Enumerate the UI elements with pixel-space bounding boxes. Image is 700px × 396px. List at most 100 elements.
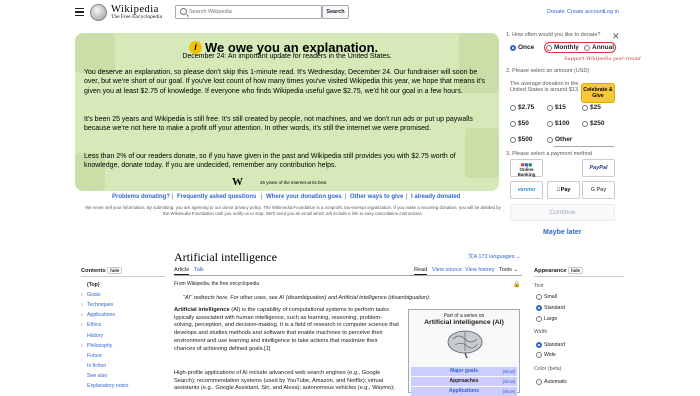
frequency-monthly[interactable]: Monthly: [546, 42, 579, 53]
radio-icon: [536, 352, 542, 358]
toc-item[interactable]: › Goals: [81, 292, 101, 298]
paypal-button[interactable]: PayPal: [582, 159, 615, 177]
problems-donating-link[interactable]: Problems donating?: [112, 194, 170, 200]
toc-item-top[interactable]: (Top): [81, 282, 100, 288]
appearance-title: Appearance hide: [534, 267, 583, 274]
amount-option[interactable]: $250: [582, 120, 604, 127]
tab-view-history[interactable]: View history: [465, 267, 495, 273]
venmo-button[interactable]: venmo: [510, 181, 543, 199]
toc-item[interactable]: › Techniques: [81, 302, 113, 308]
wikipedia-25-caption: 25 years of the internet at its best: [260, 180, 327, 185]
search-icon: [180, 8, 187, 15]
banner-paragraph-3: Less than 2% of our readers donate, so i…: [84, 153, 456, 170]
create-account-link[interactable]: Create account: [567, 9, 604, 15]
width-wide[interactable]: Wide: [536, 352, 556, 358]
tab-talk[interactable]: Talk: [194, 267, 204, 273]
contents-title: Contents hide: [81, 267, 123, 274]
radio-icon: [582, 120, 588, 127]
radio-icon: [536, 305, 542, 311]
amount-option[interactable]: $15: [547, 104, 566, 111]
width-standard[interactable]: Standard: [536, 342, 565, 348]
color-automatic[interactable]: Automatic: [536, 379, 567, 385]
toc-item[interactable]: In fiction: [81, 363, 106, 369]
radio-icon: [582, 104, 588, 111]
amount-option[interactable]: $500: [510, 136, 532, 143]
translate-icon: 文A: [468, 254, 477, 260]
text-size-small[interactable]: Small: [536, 294, 557, 300]
tab-article[interactable]: Article: [174, 267, 190, 275]
radio-icon: [510, 136, 516, 143]
lead-paragraph: Artificial intelligence (AI) is the capa…: [174, 307, 399, 352]
infobox-title: Artificial intelligence (AI): [424, 319, 504, 326]
login-link[interactable]: Log in: [604, 9, 619, 15]
celebrate-and-give-badge: Celebrate & Give: [582, 84, 614, 102]
toc-item[interactable]: › Philosophy: [81, 343, 112, 349]
banner-subheading: December 24: An important update for rea…: [182, 53, 392, 60]
radio-icon: [547, 120, 553, 127]
banner-paragraph-2: It's been 25 years and Wikipedia is stil…: [84, 116, 473, 133]
search-input[interactable]: [189, 7, 317, 17]
support-note: Support Wikipedia year-round: [564, 56, 641, 62]
frequency-annual[interactable]: Annual: [584, 42, 614, 53]
search-button[interactable]: Search: [322, 5, 349, 19]
toc-item[interactable]: Explanatory notes: [81, 383, 129, 389]
where-donation-goes-link[interactable]: Where your donation goes: [266, 194, 342, 200]
wikipedia-25-logo: W: [232, 176, 243, 188]
amount-other[interactable]: Other: [547, 136, 572, 143]
text-size-large[interactable]: Large: [536, 316, 557, 322]
toc-item[interactable]: › Ethics: [81, 322, 101, 328]
radio-icon: [510, 104, 516, 111]
infobox: Part of a series on Artificial intellige…: [408, 309, 520, 396]
appearance-hide-button[interactable]: hide: [568, 267, 583, 274]
from-wikipedia: From Wikipedia, the free encyclopedia: [174, 281, 260, 287]
amount-option[interactable]: $25: [582, 104, 601, 111]
width-label: Width: [534, 329, 548, 335]
continue-button[interactable]: Continue: [510, 204, 615, 221]
toc-item[interactable]: See also: [81, 373, 107, 379]
other-ways-link[interactable]: Other ways to give: [350, 194, 403, 200]
text-size-label: Text: [534, 283, 544, 289]
page-title: Artificial intelligence: [174, 250, 277, 264]
radio-icon: [547, 136, 553, 143]
radio-icon: [510, 120, 516, 127]
main-menu-icon[interactable]: [75, 8, 84, 16]
frequency-once[interactable]: Once: [510, 42, 534, 53]
wikipedia-logo[interactable]: [90, 4, 107, 21]
tools-menu[interactable]: Tools ⌄: [499, 267, 518, 273]
search-box[interactable]: [175, 5, 322, 19]
text-size-standard[interactable]: Standard: [536, 305, 565, 311]
chevron-down-icon: ⌄: [516, 254, 521, 260]
tab-view-source[interactable]: View source: [432, 267, 462, 273]
infobox-row[interactable]: Approaches [show]: [411, 377, 517, 386]
maybe-later-link[interactable]: Maybe later: [543, 229, 582, 236]
frequency-question: 1. How often would you like to donate?: [506, 32, 601, 38]
toc-item[interactable]: › Applications: [81, 312, 115, 318]
lock-icon: 🔒: [513, 282, 521, 288]
tab-read[interactable]: Read: [414, 267, 428, 275]
radio-icon: [546, 44, 552, 51]
brain-icon: [447, 330, 483, 359]
infobox-row[interactable]: Major goals [show]: [411, 367, 517, 376]
toc-item[interactable]: History: [81, 333, 103, 339]
close-icon[interactable]: ✕: [612, 31, 620, 42]
amount-option[interactable]: $50: [510, 120, 529, 127]
already-donated-link[interactable]: I already donated: [411, 194, 460, 200]
amount-option[interactable]: $2.75: [510, 104, 534, 111]
payment-question: 3. Please select a payment method: [506, 151, 592, 157]
contents-hide-button[interactable]: hide: [107, 267, 123, 274]
faq-link[interactable]: Frequently asked questions: [177, 194, 256, 200]
language-selector[interactable]: 文A 173 languages ⌄: [468, 252, 521, 260]
fine-print: We never sell your information. By submi…: [85, 205, 501, 216]
apple-pay-button[interactable]: Pay: [547, 181, 580, 199]
amount-option[interactable]: $100: [547, 120, 569, 127]
infobox-row[interactable]: Applications [show]: [411, 387, 517, 396]
google-pay-button[interactable]: G Pay: [582, 181, 615, 199]
radio-icon: [536, 342, 542, 348]
radio-icon: [510, 44, 516, 51]
donate-link[interactable]: Donate: [547, 9, 565, 15]
online-banking-button[interactable]: ◼◼◼ Online Banking: [510, 159, 543, 177]
radio-icon: [536, 294, 542, 300]
hatnote: "AI" redirects here. For other uses, see…: [183, 295, 431, 301]
radio-icon: [536, 379, 542, 385]
toc-item[interactable]: Future: [81, 353, 102, 359]
